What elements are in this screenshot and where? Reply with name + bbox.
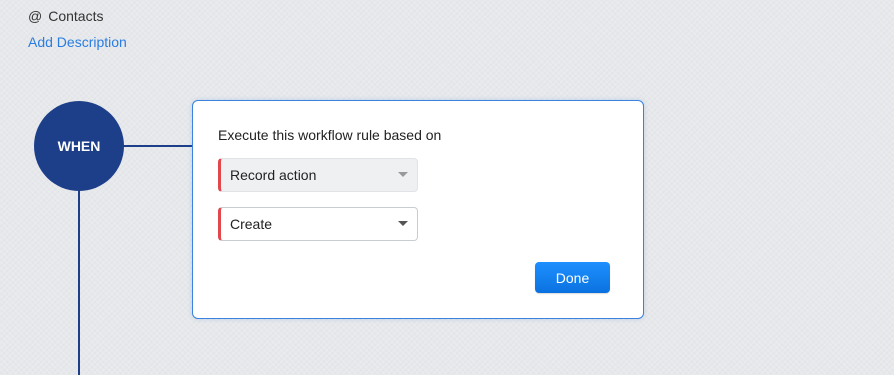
trigger-type-select[interactable]: Create <box>218 207 418 241</box>
caret-down-icon <box>398 172 408 177</box>
at-icon: @ <box>28 8 43 24</box>
record-action-value: Record action <box>230 167 317 183</box>
trigger-type-value: Create <box>230 216 273 232</box>
done-button[interactable]: Done <box>535 262 610 293</box>
when-node[interactable]: WHEN <box>34 101 124 191</box>
module-name: Contacts <box>48 8 104 24</box>
record-action-select[interactable]: Record action <box>218 158 418 192</box>
module-indicator: @ Contacts <box>28 8 103 24</box>
rule-trigger-panel: Execute this workflow rule based on Reco… <box>192 100 644 319</box>
caret-down-icon <box>398 221 408 226</box>
flow-connector-vertical <box>78 185 80 375</box>
when-node-label: WHEN <box>57 138 101 154</box>
panel-heading: Execute this workflow rule based on <box>218 127 442 143</box>
add-description-link[interactable]: Add Description <box>28 34 127 50</box>
flow-connector-horizontal <box>122 145 193 147</box>
